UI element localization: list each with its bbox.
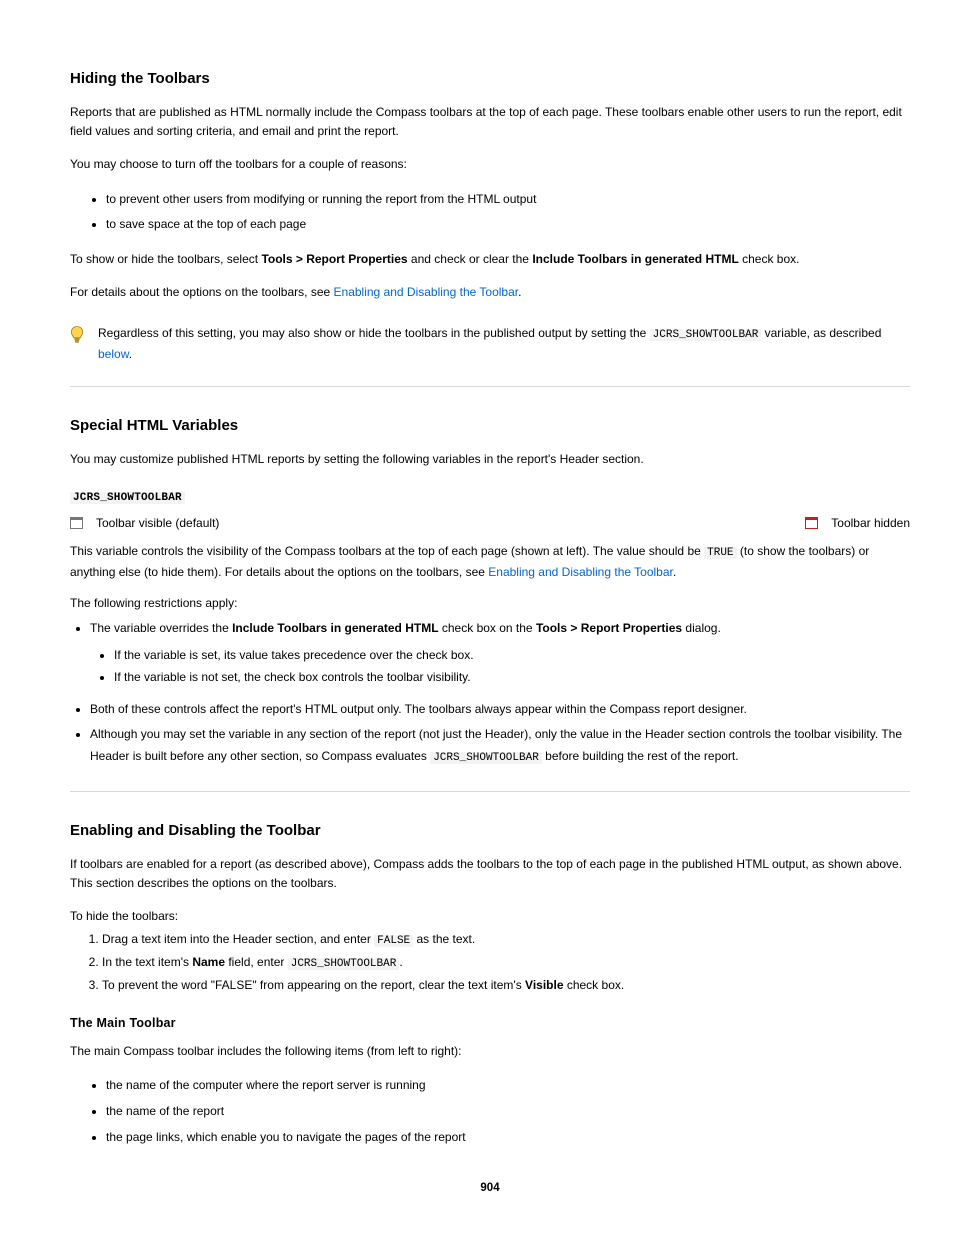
step: Drag a text item into the Header section…	[102, 929, 910, 952]
steps-intro: To hide the toolbars:	[70, 909, 910, 923]
list-item: the name of the report	[106, 1101, 910, 1123]
paragraph: This variable controls the visibility of…	[70, 542, 910, 582]
lightbulb-icon	[70, 326, 84, 344]
toolbar-visible-label: Toolbar visible (default)	[96, 516, 219, 530]
paragraph: To show or hide the toolbars, select Too…	[70, 250, 910, 269]
list-item: Both of these controls affect the report…	[90, 699, 910, 721]
list-item: If the variable is set, its value takes …	[114, 645, 910, 667]
list-item: the name of the computer where the repor…	[106, 1075, 910, 1097]
page-number: 904	[70, 1182, 910, 1194]
list-item: If the variable is not set, the check bo…	[114, 667, 910, 689]
list-item: Although you may set the variable in any…	[90, 724, 910, 768]
divider	[70, 386, 910, 387]
restrictions-intro: The following restrictions apply:	[70, 596, 910, 610]
toolbar-hidden-icon	[805, 517, 818, 529]
list-item: to save space at the top of each page	[106, 214, 910, 236]
toolbar-visible-row: Toolbar visible (default) Toolbar hidden	[70, 516, 910, 530]
heading-enable-disable-toolbar: Enabling and Disabling the Toolbar	[70, 822, 910, 839]
list-item: to prevent other users from modifying or…	[106, 189, 910, 211]
paragraph: If toolbars are enabled for a report (as…	[70, 855, 910, 893]
divider	[70, 791, 910, 792]
step: In the text item's Name field, enter JCR…	[102, 952, 910, 975]
link-enable-disable-toolbar-2[interactable]: Enabling and Disabling the Toolbar	[488, 565, 673, 579]
link-enable-disable-toolbar[interactable]: Enabling and Disabling the Toolbar	[334, 285, 519, 299]
paragraph: You may customize published HTML reports…	[70, 450, 910, 469]
heading-special-html-variables: Special HTML Variables	[70, 417, 910, 434]
paragraph: The main Compass toolbar includes the fo…	[70, 1042, 910, 1061]
subheading-main-toolbar: The Main Toolbar	[70, 1016, 910, 1030]
paragraph: You may choose to turn off the toolbars …	[70, 155, 910, 174]
toolbar-hidden-label: Toolbar hidden	[831, 516, 910, 530]
steps-list: Drag a text item into the Header section…	[70, 929, 910, 996]
list-item: The variable overrides the Include Toolb…	[90, 618, 910, 689]
paragraph: For details about the options on the too…	[70, 283, 910, 302]
toolbar-items-list: the name of the computer where the repor…	[70, 1075, 910, 1148]
reasons-list: to prevent other users from modifying or…	[70, 189, 910, 236]
variable-name: JCRS_SHOWTOOLBAR	[70, 489, 910, 504]
tip-block: Regardless of this setting, you may also…	[70, 324, 910, 364]
link-below[interactable]: below	[98, 347, 129, 361]
list-item: the page links, which enable you to navi…	[106, 1127, 910, 1149]
toolbar-visible-icon	[70, 517, 83, 529]
restrictions-list: The variable overrides the Include Toolb…	[70, 618, 910, 769]
heading-hiding-toolbars: Hiding the Toolbars	[70, 70, 910, 87]
tip-text: Regardless of this setting, you may also…	[98, 324, 910, 364]
paragraph: Reports that are published as HTML norma…	[70, 103, 910, 141]
step: To prevent the word "FALSE" from appeari…	[102, 975, 910, 997]
